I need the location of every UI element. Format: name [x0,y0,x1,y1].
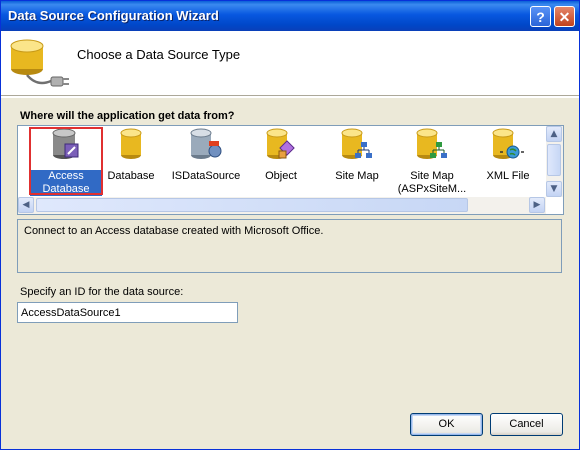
data-source-aspx-site-map[interactable]: Site Map (ASPxSiteM... [396,127,468,195]
data-source-database[interactable]: Database [95,128,167,194]
page-title: Choose a Data Source Type [77,47,241,62]
source-label-line1: XML File [486,170,530,182]
data-source-access-database[interactable]: Access Database [29,127,103,196]
source-label-line2: (ASPxSiteM... [397,183,467,195]
source-prompt-label: Where will the application get data from… [20,110,235,122]
header-divider [1,95,579,98]
help-button[interactable]: ? [530,6,551,27]
source-label-line1: Access [48,170,84,182]
object-icon [265,127,297,164]
description-text: Connect to an Access database created wi… [24,225,324,237]
scroll-right-button[interactable]: ▶ [529,197,545,213]
scroll-left-button[interactable]: ◀ [18,197,34,213]
title-bar[interactable]: Data Source Configuration Wizard ? ✕ [1,1,579,31]
wizard-header: Choose a Data Source Type [1,31,579,95]
description-box: Connect to an Access database created wi… [17,219,562,273]
source-label-line1: Site Map [335,170,379,182]
vertical-scroll-thumb[interactable] [547,144,561,176]
xml-file-icon [491,127,525,164]
source-label-line1: Site Map [410,170,454,182]
data-source-object[interactable]: Object [245,128,317,194]
scroll-up-button[interactable]: ▲ [546,126,562,142]
data-source-list[interactable]: Access Database Database ISDataSource Ob… [17,125,564,215]
database-icon [119,127,143,164]
access-database-icon [51,127,81,164]
wizard-window: Data Source Configuration Wizard ? ✕ Cho… [0,0,580,450]
horizontal-scrollbar[interactable]: ◀ ▶ [18,197,546,214]
site-map-icon [340,127,374,164]
id-field-label: Specify an ID for the data source: [20,286,184,298]
data-source-id-input[interactable] [17,302,238,323]
source-label-line1: Object [265,170,297,182]
source-label-line2: Database [42,183,90,195]
close-button[interactable]: ✕ [554,6,575,27]
source-label-line1: Database [107,170,155,182]
scroll-down-button[interactable]: ▼ [546,181,562,197]
ok-button[interactable]: OK [410,413,483,436]
aspx-site-map-icon [415,127,449,164]
horizontal-scroll-thumb[interactable] [36,198,468,212]
data-source-xml-file[interactable]: XML File [472,128,544,194]
isdatasource-icon [189,127,223,164]
window-title: Data Source Configuration Wizard [8,8,219,23]
database-plug-icon [7,37,71,94]
cancel-button[interactable]: Cancel [490,413,563,436]
vertical-scrollbar[interactable]: ▲ ▼ [546,126,563,197]
data-source-site-map[interactable]: Site Map [321,128,393,194]
source-label-line1: ISDataSource [171,170,241,182]
data-source-isdatasource[interactable]: ISDataSource [170,128,242,194]
